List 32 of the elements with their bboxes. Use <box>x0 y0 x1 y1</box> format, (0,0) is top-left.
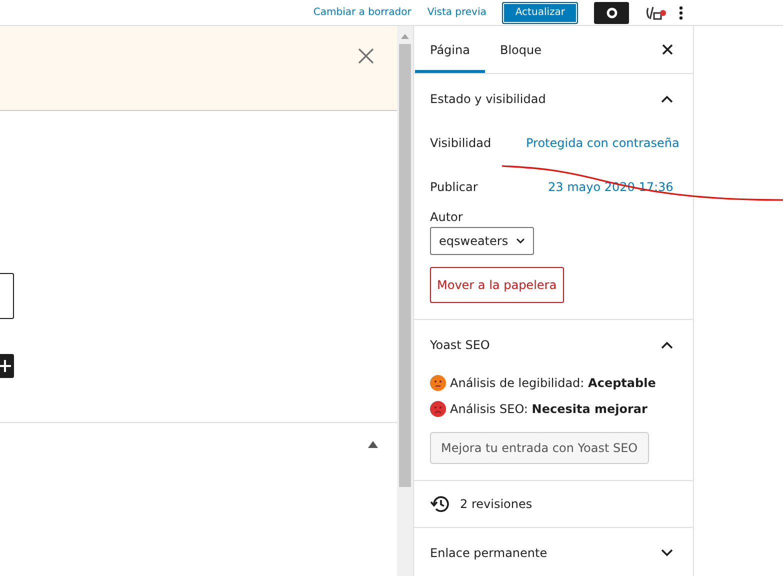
author-select[interactable]: eqsweaters <box>430 227 534 255</box>
sidebar-tab[interactable]: Página <box>415 26 485 73</box>
close-icon[interactable] <box>662 44 673 55</box>
yoast-button[interactable]: Mejora tu entrada con Yoast SEO <box>430 432 649 464</box>
field-label: Publicar <box>430 180 479 194</box>
chevron-up-icon[interactable] <box>661 95 673 103</box>
analysis-result: Análisis SEO: Necesita mejorar <box>450 402 648 416</box>
toolbar-link[interactable]: Vista previa <box>427 7 486 18</box>
block-outline <box>0 273 14 319</box>
history-icon[interactable] <box>430 495 450 513</box>
panel-title[interactable]: Enlace permanente <box>430 546 548 560</box>
trash-button[interactable]: Mover a la papelera <box>430 267 564 303</box>
field-label: Visibilidad <box>430 136 492 150</box>
update-button[interactable]: Actualizar <box>502 2 578 24</box>
add-block-button[interactable] <box>0 354 14 378</box>
panel-title[interactable]: Yoast SEO <box>430 338 490 352</box>
toolbar-link[interactable]: Cambiar a borrador <box>313 7 412 18</box>
chevron-up-icon[interactable] <box>661 341 673 349</box>
scrollbar-thumb[interactable] <box>399 44 411 487</box>
scrollbar[interactable] <box>397 26 413 576</box>
collapse-arrow-icon[interactable] <box>368 441 378 448</box>
field-label: Autor <box>430 210 463 224</box>
chevron-down-icon[interactable] <box>661 549 673 557</box>
sidebar-tab[interactable]: Bloque <box>484 26 556 73</box>
panel-title[interactable]: Estado y visibilidad <box>430 92 546 106</box>
revisions-link[interactable]: 2 revisiones <box>460 497 532 511</box>
settings-button[interactable] <box>594 2 629 24</box>
more-menu-icon[interactable] <box>679 4 683 20</box>
analysis-result: Análisis de legibilidad: Aceptable <box>450 376 656 390</box>
setting-link[interactable]: Protegida con contraseña <box>526 136 680 150</box>
yoast-icon[interactable] <box>645 4 667 20</box>
chevron-down-icon <box>516 238 526 244</box>
